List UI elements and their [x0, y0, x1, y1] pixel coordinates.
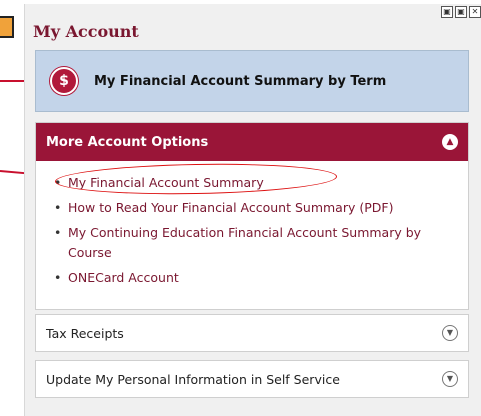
summary-card-label: My Financial Account Summary by Term	[94, 73, 387, 89]
list-item: How to Read Your Financial Account Summa…	[54, 198, 468, 218]
financial-summary-by-term-link[interactable]: $ My Financial Account Summary by Term	[35, 50, 469, 112]
window-controls: ▣ ▣ ✕	[441, 6, 481, 18]
close-icon[interactable]: ✕	[469, 6, 481, 18]
more-account-options-header[interactable]: More Account Options ▲	[36, 123, 468, 161]
onecard-account-link[interactable]: ONECard Account	[68, 270, 179, 285]
my-account-panel: My Account ▣ ▣ ✕ $ My Financial Account …	[24, 4, 481, 416]
maximize-icon[interactable]: ▣	[455, 6, 467, 18]
update-personal-info-label: Update My Personal Information in Self S…	[46, 371, 340, 387]
chevron-down-icon[interactable]: ▼	[442, 325, 458, 341]
list-item: My Continuing Education Financial Accoun…	[54, 223, 468, 263]
dollar-icon: $	[50, 67, 78, 95]
more-account-options-section: More Account Options ▲ My Financial Acco…	[35, 122, 469, 310]
page-title: My Account	[33, 22, 139, 41]
list-item: ONECard Account	[54, 268, 468, 288]
financial-account-summary-link[interactable]: My Financial Account Summary	[68, 175, 264, 190]
update-personal-info-section[interactable]: Update My Personal Information in Self S…	[35, 360, 469, 398]
more-options-title: More Account Options	[46, 134, 209, 150]
chevron-down-icon[interactable]: ▼	[442, 371, 458, 387]
continuing-education-summary-link[interactable]: My Continuing Education Financial Accoun…	[68, 225, 421, 260]
orange-tab-marker	[0, 16, 14, 38]
tax-receipts-section[interactable]: Tax Receipts ▼	[35, 314, 469, 352]
chevron-up-icon[interactable]: ▲	[442, 134, 458, 150]
how-to-read-summary-pdf-link[interactable]: How to Read Your Financial Account Summa…	[68, 200, 393, 215]
restore-icon[interactable]: ▣	[441, 6, 453, 18]
tax-receipts-label: Tax Receipts	[46, 325, 124, 341]
list-item: My Financial Account Summary	[54, 173, 468, 193]
account-options-list: My Financial Account Summary How to Read…	[36, 161, 468, 288]
